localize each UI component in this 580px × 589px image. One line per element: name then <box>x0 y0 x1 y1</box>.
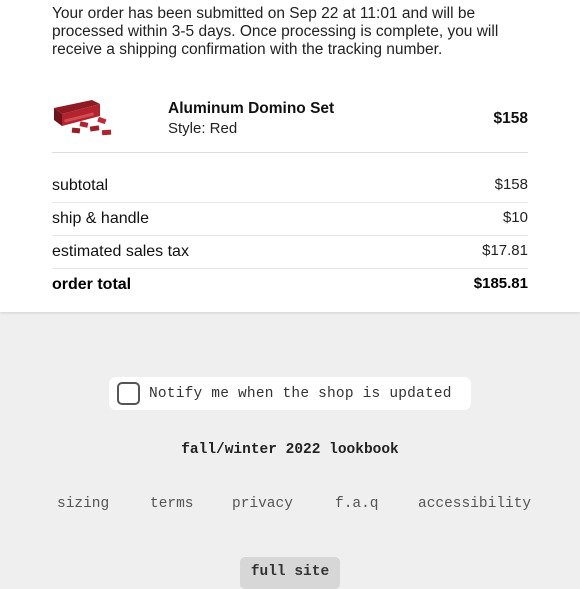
order-total-label: order total <box>52 276 132 293</box>
full-site-button[interactable]: full site <box>240 557 340 589</box>
notify-option[interactable]: Notify me when the shop is updated <box>109 377 471 410</box>
shipping-row: ship & handle $10 <box>52 203 528 236</box>
footer-link-terms[interactable]: terms <box>150 496 194 512</box>
lookbook-link[interactable]: fall/winter 2022 lookbook <box>0 442 580 458</box>
tax-value: $17.81 <box>482 242 528 259</box>
shipping-label: ship & handle <box>52 210 149 227</box>
notify-label[interactable]: Notify me when the shop is updated <box>149 386 452 402</box>
order-confirmation-card: Your order has been submitted on Sep 22 … <box>0 0 580 312</box>
domino-set-thumbnail <box>54 100 112 136</box>
footer-links: sizing terms privacy f.a.q accessibility <box>0 496 580 516</box>
order-item-row: Aluminum Domino Set Style: Red $158 <box>52 88 528 153</box>
tax-row: estimated sales tax $17.81 <box>52 236 528 269</box>
shipping-value: $10 <box>502 209 528 226</box>
item-price: $158 <box>493 110 528 127</box>
item-name: Aluminum Domino Set <box>168 100 335 117</box>
order-totals: subtotal $158 ship & handle $10 estimate… <box>52 170 528 301</box>
footer-link-privacy[interactable]: privacy <box>232 496 293 512</box>
order-total-row: order total $185.81 <box>52 269 528 301</box>
item-style: Style: Red <box>168 120 238 137</box>
notify-checkbox[interactable] <box>117 382 140 405</box>
footer-link-sizing[interactable]: sizing <box>57 496 109 512</box>
subtotal-row: subtotal $158 <box>52 170 528 203</box>
order-confirmation-message: Your order has been submitted on Sep 22 … <box>52 5 499 58</box>
tax-label: estimated sales tax <box>52 243 189 260</box>
subtotal-value: $158 <box>494 176 528 193</box>
order-total-value: $185.81 <box>473 275 528 292</box>
footer-link-accessibility[interactable]: accessibility <box>418 496 531 512</box>
footer-link-faq[interactable]: f.a.q <box>335 496 379 512</box>
subtotal-label: subtotal <box>52 177 109 194</box>
